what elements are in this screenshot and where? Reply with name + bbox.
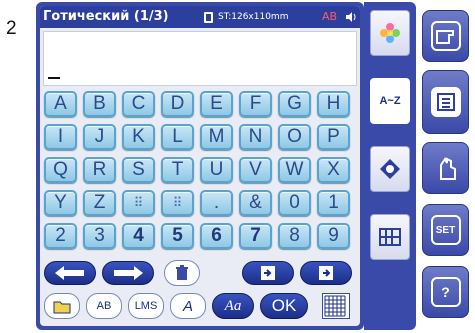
font-select-label: Aa <box>224 297 242 314</box>
case-toggle-button[interactable]: AB <box>86 293 122 319</box>
key-W[interactable]: W <box>278 157 311 183</box>
key-N[interactable]: N <box>239 124 272 150</box>
key-1[interactable]: 1 <box>317 190 350 216</box>
hw-set-button[interactable]: SET <box>422 204 469 256</box>
key-G[interactable]: G <box>278 91 311 117</box>
key-P[interactable]: P <box>317 124 350 150</box>
pattern-icon <box>204 12 213 23</box>
frame-icon <box>379 228 401 246</box>
memory-out-icon <box>319 266 333 280</box>
case-indicator: AB <box>322 10 338 23</box>
key-I[interactable]: I <box>44 124 77 150</box>
key-9[interactable]: 9 <box>317 223 350 249</box>
embroidery-icon <box>430 87 461 117</box>
size-button[interactable]: LMS <box>128 293 164 319</box>
ok-button[interactable]: OK <box>260 293 308 319</box>
folder-button[interactable] <box>44 293 80 319</box>
key-ampersand[interactable]: & <box>239 190 272 216</box>
hw-help-button[interactable]: ? <box>422 266 469 318</box>
size-label: LMS <box>134 300 158 312</box>
tool-frame[interactable] <box>370 214 410 260</box>
key-X[interactable]: X <box>317 157 350 183</box>
font-title: Готический (1/3) <box>43 9 169 24</box>
text-cursor <box>48 77 60 79</box>
key-A[interactable]: A <box>44 91 77 117</box>
tool-flower[interactable] <box>370 10 410 56</box>
touch-screen: Готический (1/3) ST:126x110mm AB ABCDEFG… <box>40 6 360 326</box>
key-Y[interactable]: Y <box>44 190 77 216</box>
key-5[interactable]: 5 <box>161 223 194 249</box>
hand-icon <box>431 153 461 183</box>
hw-machine-button[interactable] <box>422 10 469 62</box>
key-F[interactable]: F <box>239 91 272 117</box>
key-6[interactable]: 6 <box>200 223 233 249</box>
key-space[interactable]: ⠿ <box>161 190 194 216</box>
arrow-right-icon <box>114 266 143 280</box>
key-3[interactable]: 3 <box>83 223 116 249</box>
step-number: 2 <box>6 18 17 39</box>
key-U[interactable]: U <box>200 157 233 183</box>
hw-hand-button[interactable] <box>422 142 469 194</box>
help-label: ? <box>430 277 461 307</box>
tool-alphabet[interactable]: A~Z <box>370 78 410 124</box>
key-period[interactable]: . <box>200 190 233 216</box>
alphabet-label: A~Z <box>379 95 401 107</box>
text-input-area[interactable] <box>43 31 357 86</box>
key-O[interactable]: O <box>278 124 311 150</box>
font-style-label: A <box>182 297 193 315</box>
key-S[interactable]: S <box>122 157 155 183</box>
key-Z[interactable]: Z <box>83 190 116 216</box>
key-8[interactable]: 8 <box>278 223 311 249</box>
key-B[interactable]: B <box>83 91 116 117</box>
grid-button[interactable] <box>322 293 350 319</box>
trash-icon <box>176 265 188 280</box>
key-K[interactable]: K <box>122 124 155 150</box>
memory-in-icon <box>261 266 275 280</box>
grid-icon <box>324 295 346 317</box>
key-2[interactable]: 2 <box>44 223 77 249</box>
tool-monogram[interactable] <box>370 146 410 192</box>
speaker-icon[interactable] <box>345 11 357 23</box>
key-7[interactable]: 7 <box>239 223 272 249</box>
case-toggle-label: AB <box>96 300 112 312</box>
ok-label: OK <box>271 296 297 315</box>
memory-out-button[interactable] <box>300 261 352 285</box>
key-4[interactable]: 4 <box>122 223 155 249</box>
key-M[interactable]: M <box>200 124 233 150</box>
key-H[interactable]: H <box>317 91 350 117</box>
set-label: SET <box>430 215 461 245</box>
key-D[interactable]: D <box>161 91 194 117</box>
hardware-button-column: SET ? <box>418 2 473 330</box>
hw-embroidery-button[interactable] <box>422 70 469 134</box>
folder-icon <box>53 301 71 314</box>
key-V[interactable]: V <box>239 157 272 183</box>
key-C[interactable]: C <box>122 91 155 117</box>
panel-root: 2 Готический (1/3) ST:126x110mm AB ABCDE… <box>0 0 475 333</box>
delete-button[interactable] <box>164 260 200 286</box>
machine-icon <box>430 21 461 51</box>
memory-in-button[interactable] <box>242 261 294 285</box>
forward-arrow-button[interactable] <box>102 261 154 285</box>
side-tool-column: A~Z <box>364 2 416 330</box>
key-space[interactable]: ⠿ <box>122 190 155 216</box>
key-L[interactable]: L <box>161 124 194 150</box>
title-bar: Готический (1/3) ST:126x110mm AB <box>40 6 360 28</box>
back-arrow-button[interactable] <box>44 261 96 285</box>
touch-screen-frame: Готический (1/3) ST:126x110mm AB ABCDEFG… <box>36 2 364 330</box>
key-T[interactable]: T <box>161 157 194 183</box>
font-select-button[interactable]: Aa <box>212 293 254 319</box>
font-style-button[interactable]: A <box>170 293 206 319</box>
key-E[interactable]: E <box>200 91 233 117</box>
flower-icon <box>380 23 400 43</box>
stitch-size: ST:126x110mm <box>218 12 289 22</box>
monogram-icon <box>380 159 400 179</box>
key-0[interactable]: 0 <box>278 190 311 216</box>
key-J[interactable]: J <box>83 124 116 150</box>
arrow-left-icon <box>55 266 84 280</box>
key-Q[interactable]: Q <box>44 157 77 183</box>
key-R[interactable]: R <box>83 157 116 183</box>
